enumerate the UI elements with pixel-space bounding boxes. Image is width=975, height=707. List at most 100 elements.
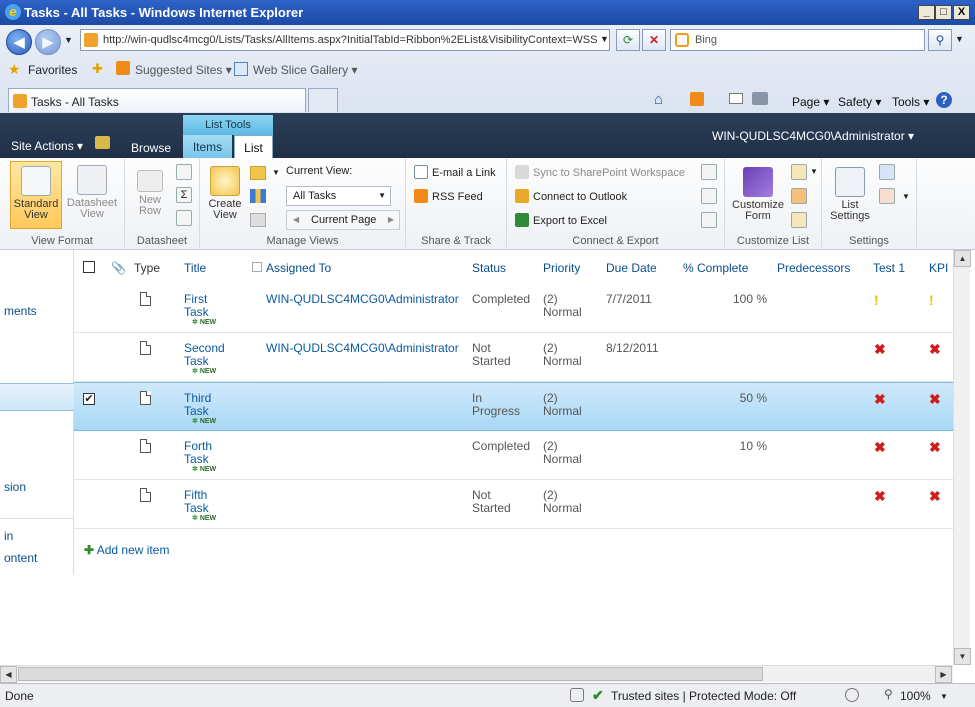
zoom-dropdown-icon[interactable]: ▼ <box>940 692 948 701</box>
search-box[interactable]: Bing <box>670 29 925 51</box>
project-icon[interactable] <box>701 212 717 228</box>
horizontal-scrollbar[interactable]: ◀ ▶ <box>0 665 953 683</box>
favorites-button[interactable]: Favorites <box>28 63 77 77</box>
back-arrow-icon[interactable]: ◀ <box>6 29 32 55</box>
assigned-to-link[interactable]: WIN-QUDLSC4MCG0\Administrator <box>266 293 459 306</box>
navigate-up-icon[interactable] <box>95 136 110 149</box>
column-header-title[interactable]: Title <box>184 261 206 275</box>
user-menu[interactable]: WIN-QUDLSC4MCG0\Administrator ▾ <box>712 129 914 143</box>
zone-lock-icon[interactable] <box>845 688 859 702</box>
tab-browse[interactable]: Browse <box>131 141 171 155</box>
table-row[interactable]: Second Task ✲ NEW WIN-QUDLSC4MCG0\Administr… <box>74 333 953 382</box>
zoom-level[interactable]: 100% <box>900 689 931 703</box>
access-icon[interactable] <box>701 188 717 204</box>
list-permissions-icon[interactable] <box>879 164 895 180</box>
search-options-icon[interactable]: ▼ <box>955 34 964 44</box>
show-taskpane-icon[interactable] <box>176 164 192 180</box>
table-row[interactable]: Forth Task ✲ NEW Completed (2) Normal 10 % ✖ ✖ <box>74 431 953 480</box>
page-menu[interactable]: Page ▾ <box>792 95 829 109</box>
modify-view-icon[interactable] <box>250 166 266 180</box>
refresh-data-icon[interactable] <box>176 210 192 226</box>
quicklaunch-item-all-site-content[interactable]: ontent <box>4 551 37 565</box>
table-row[interactable]: Fifth Task ✲ NEW Not Started (2) Normal ✖ ✖ <box>74 480 953 529</box>
datasheet-view-button[interactable]: Datasheet View <box>64 165 120 220</box>
column-header-type[interactable]: Type <box>134 261 160 275</box>
export-excel-button[interactable]: Export to Excel <box>515 213 607 227</box>
minimize-button[interactable]: _ <box>918 5 935 20</box>
read-mail-icon[interactable] <box>729 93 743 104</box>
task-title-link[interactable]: Third Task <box>184 392 211 418</box>
tab-list[interactable]: List <box>234 135 273 158</box>
new-row-button[interactable]: New Row <box>131 170 169 217</box>
workflow-icon[interactable] <box>791 212 807 228</box>
history-dropdown-icon[interactable]: ▼ <box>64 35 73 45</box>
address-bar[interactable]: http://win-qudlsc4mcg0/Lists/Tasks/AllIt… <box>80 29 610 51</box>
table-row[interactable]: ✔ Third Task ✲ NEW In Progress (2) Normal 50 % ✖ ✖ <box>74 382 953 431</box>
column-header-priority[interactable]: Priority <box>543 261 580 275</box>
workflow-settings-dropdown-icon[interactable]: ▼ <box>902 192 910 201</box>
print-icon[interactable] <box>752 92 768 105</box>
quicklaunch-item-recycle-bin[interactable]: in <box>4 529 13 543</box>
help-icon[interactable]: ? <box>936 92 952 108</box>
list-settings-button[interactable]: List Settings <box>826 167 874 222</box>
column-header-due-date[interactable]: Due Date <box>606 261 657 275</box>
select-all-checkbox[interactable] <box>83 261 95 273</box>
new-tab-button[interactable] <box>308 88 338 112</box>
customize-form-button[interactable]: Customize Form <box>728 167 788 222</box>
add-new-item-link[interactable]: ✚ Add new item <box>84 543 169 557</box>
current-view-select[interactable]: All Tasks ▼ <box>286 186 391 206</box>
scroll-right-icon[interactable]: ▶ <box>935 666 952 683</box>
task-title-link[interactable]: First Task <box>184 293 209 319</box>
assigned-filter-icon[interactable] <box>252 262 262 272</box>
forward-arrow-icon[interactable]: ▶ <box>35 29 61 55</box>
standard-view-button[interactable]: Standard View <box>10 161 62 229</box>
close-button[interactable]: X <box>953 5 970 20</box>
scroll-up-icon[interactable]: ▲ <box>954 250 971 267</box>
vertical-scrollbar[interactable]: ▲ ▼ <box>953 250 971 665</box>
prev-page-icon[interactable]: ◀ <box>293 211 299 229</box>
tab-items[interactable]: Items <box>183 135 232 158</box>
stop-icon[interactable]: ✕ <box>642 29 666 51</box>
browser-tab-active[interactable]: Tasks - All Tasks <box>8 88 306 112</box>
quicklaunch-item-documents[interactable]: ments <box>4 304 37 318</box>
create-view-button[interactable]: Create View <box>204 166 246 221</box>
maximize-button[interactable]: □ <box>935 5 952 20</box>
home-icon[interactable]: ⌂ <box>654 91 663 108</box>
feeds-icon[interactable] <box>690 92 704 106</box>
task-title-link[interactable]: Forth Task <box>184 440 212 466</box>
column-header-kpi[interactable]: KPI <box>929 261 948 275</box>
refresh-icon[interactable]: ⟳ <box>616 29 640 51</box>
tools-menu[interactable]: Tools ▾ <box>892 95 929 109</box>
table-row[interactable]: First Task ✲ NEW WIN-QUDLSC4MCG0\Administra… <box>74 284 953 333</box>
assigned-to-link[interactable]: WIN-QUDLSC4MCG0\Administrator <box>266 342 459 355</box>
next-page-icon[interactable]: ▶ <box>388 211 394 229</box>
quicklaunch-selected-item[interactable] <box>0 383 74 411</box>
web-slice-gallery-link[interactable]: Web Slice Gallery ▾ <box>253 63 358 77</box>
scroll-left-icon[interactable]: ◀ <box>0 666 17 683</box>
column-header-percent-complete[interactable]: % Complete <box>683 261 748 275</box>
scroll-down-icon[interactable]: ▼ <box>954 648 971 665</box>
safety-menu[interactable]: Safety ▾ <box>838 95 881 109</box>
suggested-sites-link[interactable]: Suggested Sites ▾ <box>135 63 232 77</box>
column-header-assigned-to[interactable]: Assigned To <box>266 261 331 275</box>
visio-icon[interactable] <box>701 164 717 180</box>
email-link-button[interactable]: E-mail a Link <box>414 165 496 179</box>
address-dropdown-icon[interactable]: ▼ <box>600 34 609 44</box>
modify-view-dropdown-icon[interactable]: ▼ <box>272 168 280 177</box>
task-title-link[interactable]: Second Task <box>184 342 225 368</box>
quicklaunch-item-discussion[interactable]: sion <box>4 480 26 494</box>
edit-list-icon[interactable] <box>791 164 807 180</box>
security-zone-text[interactable]: Trusted sites | Protected Mode: Off <box>611 689 796 703</box>
search-magnifier-icon[interactable]: ⚲ <box>928 29 952 51</box>
column-header-predecessors[interactable]: Predecessors <box>777 261 850 275</box>
connect-outlook-button[interactable]: Connect to Outlook <box>515 189 627 203</box>
column-header-test1[interactable]: Test 1 <box>873 261 905 275</box>
workflow-settings-icon[interactable] <box>879 188 895 204</box>
create-column-icon[interactable] <box>250 189 266 203</box>
sync-workspace-button[interactable]: Sync to SharePoint Workspace <box>515 165 685 179</box>
site-actions-menu[interactable]: Site Actions ▾ <box>11 139 83 153</box>
row-checkbox[interactable]: ✔ <box>83 393 95 405</box>
rss-feed-button[interactable]: RSS Feed <box>414 189 483 203</box>
navigate-up-icon[interactable] <box>250 213 266 227</box>
scrollbar-thumb[interactable] <box>18 667 763 681</box>
